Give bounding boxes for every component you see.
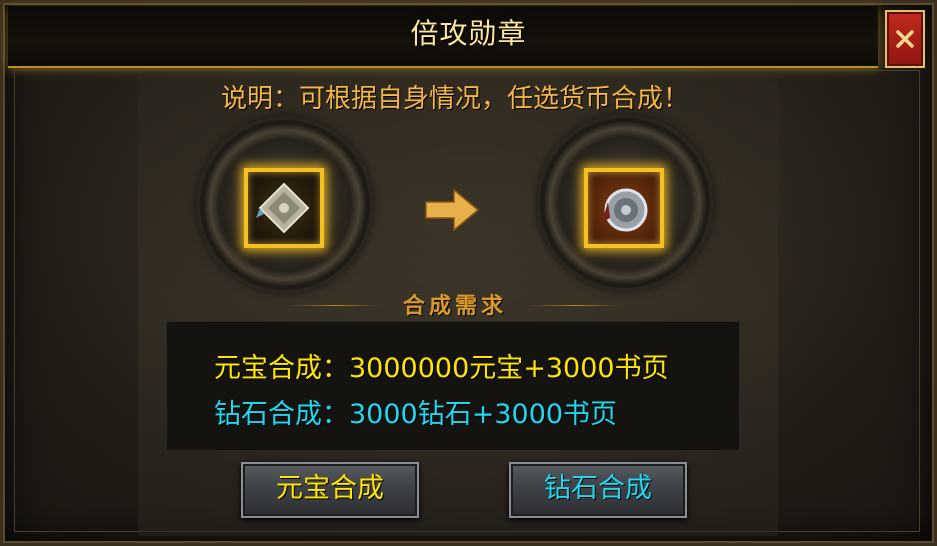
yuanbao-synthesize-button[interactable]: 元宝合成	[241, 462, 419, 518]
close-icon	[896, 30, 914, 48]
close-button[interactable]	[885, 10, 925, 68]
medal-fragment-icon	[256, 182, 310, 234]
result-item-slot[interactable]	[584, 168, 664, 248]
requirements-box	[166, 321, 740, 451]
window-title: 倍攻勋章	[410, 17, 527, 50]
medal-icon	[602, 188, 648, 232]
description-text: 说明：可根据自身情况，任选货币合成！	[220, 84, 689, 114]
arrow-right-icon	[425, 188, 480, 232]
zuanshi-requirement: 钻石合成：3000钻石+3000书页	[214, 399, 618, 430]
zuanshi-synthesize-button[interactable]: 钻石合成	[509, 462, 687, 518]
heading-ornament-right	[530, 305, 620, 306]
requirements-heading: 合成需求	[402, 293, 507, 319]
source-item-slot[interactable]	[244, 168, 324, 248]
yuanbao-requirement: 元宝合成：3000000元宝+3000书页	[214, 353, 669, 384]
